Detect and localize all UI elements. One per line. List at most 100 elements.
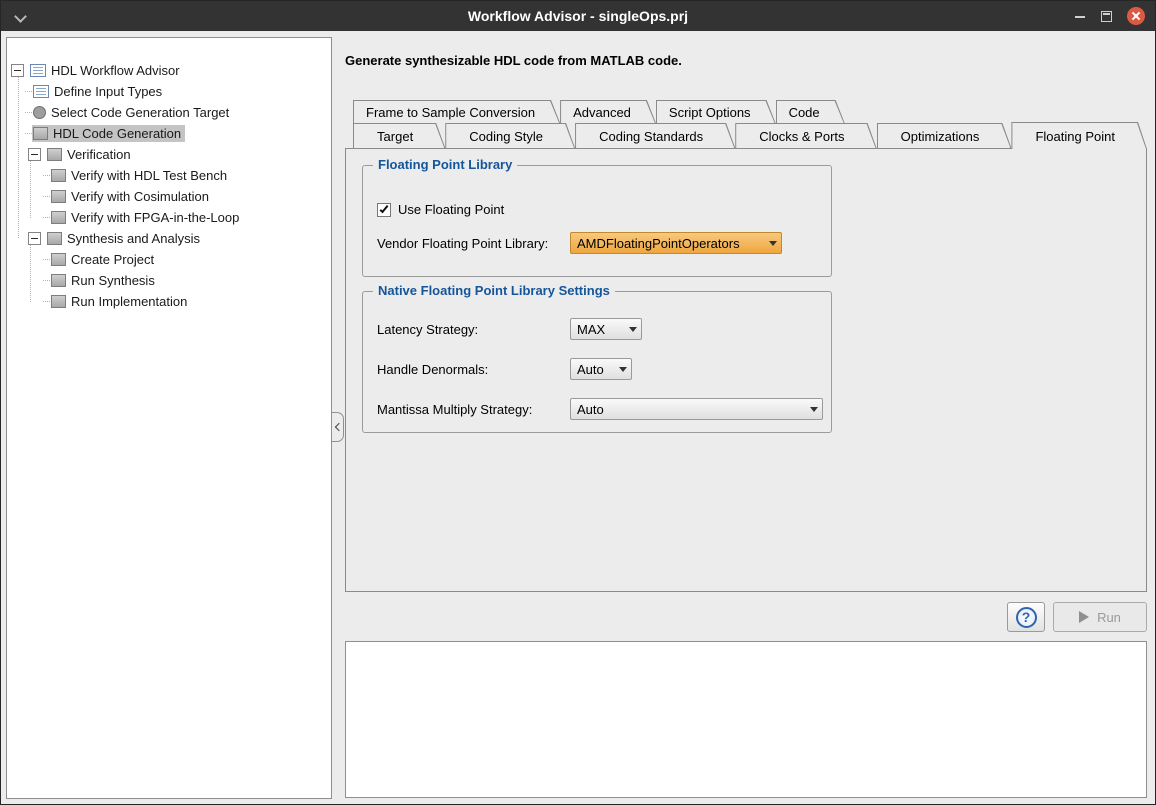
tree-item-verify-with-hdl-test-bench[interactable]: Verify with HDL Test Bench <box>7 165 331 186</box>
tree-connector <box>25 112 32 113</box>
tree-item-define-input-types[interactable]: Define Input Types <box>7 81 331 102</box>
mantissa-multiply-strategy-select[interactable]: Auto <box>570 398 823 420</box>
chevron-down-icon <box>619 367 627 372</box>
action-buttons-row: ? Run <box>1007 602 1147 632</box>
task-box-icon <box>33 127 48 140</box>
handle-denormals-select[interactable]: Auto <box>570 358 632 380</box>
tab-target[interactable]: Target <box>353 123 445 148</box>
tree-item-label: HDL Code Generation <box>53 126 181 141</box>
tab-clocks-and-ports[interactable]: Clocks & Ports <box>735 123 876 148</box>
tree-item-label: Verify with HDL Test Bench <box>71 168 227 183</box>
document-icon <box>30 64 46 77</box>
tab-code[interactable]: Code <box>776 100 845 123</box>
tree-item-label: Define Input Types <box>54 84 162 99</box>
collapse-toggle-icon[interactable] <box>28 148 41 161</box>
tree-item-select-code-generation-target[interactable]: Select Code Generation Target <box>7 102 331 123</box>
message-output-area <box>345 641 1147 798</box>
window-title: Workflow Advisor - singleOps.prj <box>1 1 1155 31</box>
collapse-toggle-icon[interactable] <box>11 64 24 77</box>
tab-frame-to-sample-conversion[interactable]: Frame to Sample Conversion <box>353 100 560 123</box>
tree-item-hdl-code-generation[interactable]: HDL Code Generation <box>7 123 331 144</box>
tab-script-options[interactable]: Script Options <box>656 100 776 123</box>
help-icon: ? <box>1016 607 1037 628</box>
tree-item-hdl-workflow-advisor[interactable]: HDL Workflow Advisor <box>7 60 331 81</box>
minimize-button[interactable] <box>1074 10 1086 22</box>
tab-advanced[interactable]: Advanced <box>560 100 656 123</box>
help-button[interactable]: ? <box>1007 602 1045 632</box>
collapse-panel-handle[interactable] <box>331 412 344 442</box>
tree-item-label: Run Synthesis <box>71 273 155 288</box>
tree-connector <box>43 280 50 281</box>
workflow-tree: HDL Workflow Advisor Define Input Types … <box>6 37 332 799</box>
field-label: Latency Strategy: <box>377 322 570 337</box>
task-box-icon <box>51 253 66 266</box>
tree-connector <box>43 301 50 302</box>
document-icon <box>33 85 49 98</box>
handle-denormals-row: Handle Denormals: Auto <box>377 358 825 380</box>
vendor-floating-point-library-row: Vendor Floating Point Library: AMDFloati… <box>377 232 825 254</box>
tree-item-verification[interactable]: Verification <box>7 144 331 165</box>
tab-coding-style[interactable]: Coding Style <box>445 123 575 148</box>
field-label: Handle Denormals: <box>377 362 570 377</box>
tree-item-run-synthesis[interactable]: Run Synthesis <box>7 270 331 291</box>
task-box-icon <box>51 295 66 308</box>
group-title: Floating Point Library <box>373 157 517 172</box>
close-icon <box>1131 11 1141 21</box>
vendor-floating-point-library-select[interactable]: AMDFloatingPointOperators <box>570 232 782 254</box>
floating-point-tab-panel: Floating Point Library Use Floating Poin… <box>345 148 1147 592</box>
tree-connector <box>25 91 32 92</box>
task-box-icon <box>51 274 66 287</box>
tree-item-verify-with-fpga-in-the-loop[interactable]: Verify with FPGA-in-the-Loop <box>7 207 331 228</box>
tree-item-label: Verify with FPGA-in-the-Loop <box>71 210 239 225</box>
tree-item-label: Select Code Generation Target <box>51 105 229 120</box>
task-box-icon <box>47 232 62 245</box>
tree-item-create-project[interactable]: Create Project <box>7 249 331 270</box>
window-controls <box>1074 1 1145 31</box>
play-icon <box>1079 611 1089 623</box>
latency-strategy-row: Latency Strategy: MAX <box>377 318 825 340</box>
run-button[interactable]: Run <box>1053 602 1147 632</box>
run-button-label: Run <box>1097 610 1121 625</box>
tree-item-label: Create Project <box>71 252 154 267</box>
tree-item-verify-with-cosimulation[interactable]: Verify with Cosimulation <box>7 186 331 207</box>
collapse-toggle-icon[interactable] <box>28 232 41 245</box>
checkbox-checked-icon <box>377 203 391 217</box>
tree-item-synthesis-and-analysis[interactable]: Synthesis and Analysis <box>7 228 331 249</box>
tree-item-label: Synthesis and Analysis <box>67 231 200 246</box>
tree-item-label: Verification <box>67 147 131 162</box>
tree-item-run-implementation[interactable]: Run Implementation <box>7 291 331 312</box>
maximize-button[interactable] <box>1101 11 1112 22</box>
checkbox-label: Use Floating Point <box>398 202 504 217</box>
close-button[interactable] <box>1127 7 1145 25</box>
task-box-icon <box>51 190 66 203</box>
native-floating-point-settings-group: Native Floating Point Library Settings L… <box>362 291 832 433</box>
task-box-icon <box>51 211 66 224</box>
chevron-left-icon <box>334 423 342 431</box>
chevron-down-icon <box>629 327 637 332</box>
tab-row-upper: Frame to Sample Conversion Advanced Scri… <box>345 100 1147 123</box>
chevron-down-icon <box>769 241 777 246</box>
titlebar: Workflow Advisor - singleOps.prj <box>1 1 1155 31</box>
tab-row-lower: Target Coding Style Coding Standards Clo… <box>345 123 1147 148</box>
latency-strategy-select[interactable]: MAX <box>570 318 642 340</box>
mantissa-multiply-strategy-row: Mantissa Multiply Strategy: Auto <box>377 398 825 420</box>
chevron-down-icon <box>810 407 818 412</box>
task-box-icon <box>51 169 66 182</box>
tree-item-label: Run Implementation <box>71 294 187 309</box>
task-box-icon <box>47 148 62 161</box>
tree-connector <box>43 259 50 260</box>
tree-connector <box>25 133 32 134</box>
workflow-advisor-window: Workflow Advisor - singleOps.prj HDL Wor… <box>0 0 1156 805</box>
tab-floating-point[interactable]: Floating Point <box>1011 122 1147 149</box>
field-label: Vendor Floating Point Library: <box>377 236 570 251</box>
main-panel: Generate synthesizable HDL code from MAT… <box>339 37 1151 799</box>
task-circle-icon <box>33 106 46 119</box>
tab-coding-standards[interactable]: Coding Standards <box>575 123 735 148</box>
tree-item-label: Verify with Cosimulation <box>71 189 209 204</box>
group-title: Native Floating Point Library Settings <box>373 283 615 298</box>
tree-connector <box>43 217 50 218</box>
tab-optimizations[interactable]: Optimizations <box>877 123 1012 148</box>
use-floating-point-checkbox[interactable]: Use Floating Point <box>377 202 504 217</box>
tree-connector <box>43 196 50 197</box>
page-title: Generate synthesizable HDL code from MAT… <box>345 53 682 68</box>
